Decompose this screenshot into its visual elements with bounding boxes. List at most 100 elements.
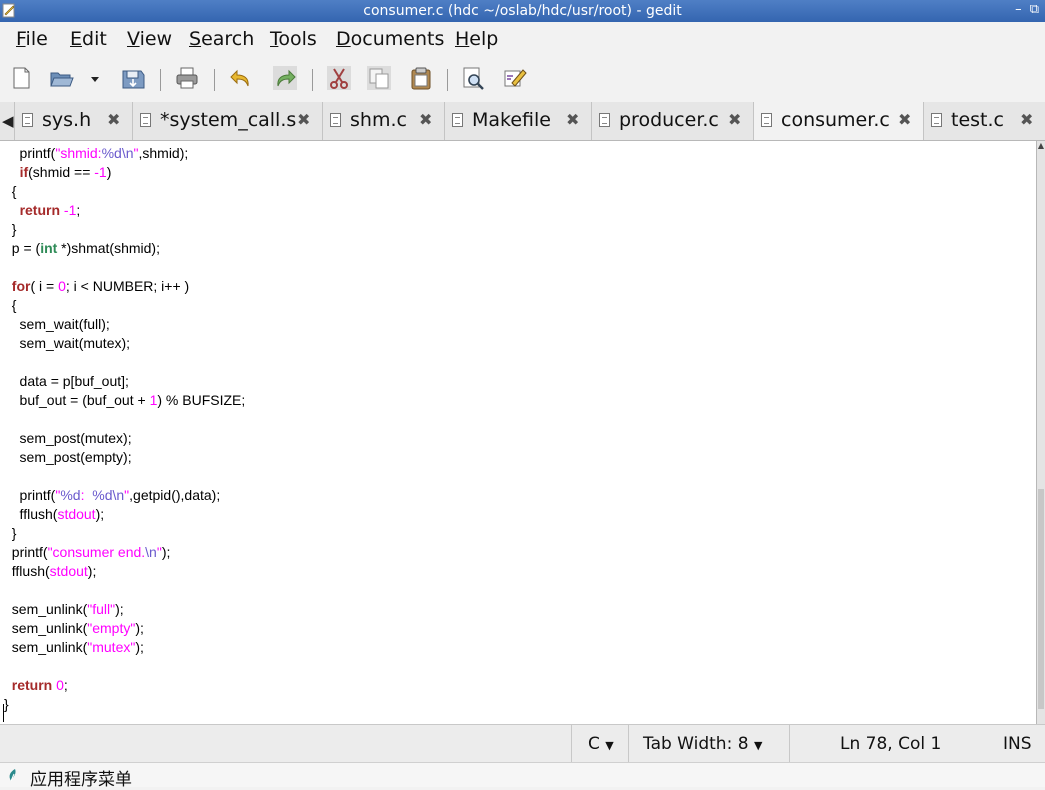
code-line[interactable]: } xyxy=(4,220,17,239)
tab-close-icon[interactable]: ✖ xyxy=(297,110,310,129)
code-line[interactable]: fflush(stdout); xyxy=(4,505,105,524)
text-file-icon xyxy=(140,113,151,127)
status-separator xyxy=(571,725,572,763)
menu-edit-mnemonic: E xyxy=(70,28,83,50)
open-dropdown-icon[interactable] xyxy=(88,65,102,91)
code-editor[interactable]: printf("shmid:%d\n",shmid); if(shmid == … xyxy=(0,141,1036,724)
code-line[interactable]: fflush(stdout); xyxy=(4,562,97,581)
code-line[interactable]: { xyxy=(4,182,17,201)
code-line[interactable]: data = p[buf_out]; xyxy=(4,372,129,391)
code-line[interactable]: buf_out = (buf_out + 1) % BUFSIZE; xyxy=(4,391,246,410)
tab-label: *system_call.s xyxy=(160,109,297,131)
new-document-icon[interactable] xyxy=(8,65,34,91)
scroll-up-arrow-icon[interactable]: ▲ xyxy=(1037,141,1045,151)
menu-help-mnemonic: H xyxy=(455,28,470,50)
tab-width-selector[interactable]: Tab Width: 8 ▼ xyxy=(643,734,762,754)
tab-label: shm.c xyxy=(350,109,407,131)
menu-file[interactable]: File xyxy=(16,28,48,50)
undo-icon[interactable] xyxy=(228,65,254,91)
code-line[interactable]: sem_post(empty); xyxy=(4,448,132,467)
code-line[interactable]: printf("%d: %d\n",getpid(),data); xyxy=(4,486,221,505)
language-selector[interactable]: C ▼ xyxy=(588,734,614,754)
tab-close-icon[interactable]: ✖ xyxy=(566,110,579,129)
scrollbar-thumb[interactable] xyxy=(1038,489,1044,709)
tab-close-icon[interactable]: ✖ xyxy=(419,110,432,129)
application-menu-label[interactable]: 应用程序菜单 xyxy=(30,765,132,790)
toolbar-separator xyxy=(160,69,161,91)
code-line[interactable]: return 0; xyxy=(4,676,68,695)
menu-view-label: iew xyxy=(139,28,173,50)
code-line[interactable]: sem_wait(mutex); xyxy=(4,334,130,353)
tab-sys-h[interactable]: sys.h ✖ xyxy=(14,102,132,140)
menu-help[interactable]: Help xyxy=(455,28,498,50)
toolbar-separator xyxy=(214,69,215,91)
vertical-scrollbar[interactable]: ▲ xyxy=(1036,141,1045,724)
text-file-icon xyxy=(599,113,610,127)
cut-icon[interactable] xyxy=(326,65,352,91)
tab-close-icon[interactable]: ✖ xyxy=(898,110,911,129)
menu-tools[interactable]: Tools xyxy=(270,28,317,50)
tab-shm-c[interactable]: shm.c ✖ xyxy=(322,102,444,140)
code-line[interactable]: } xyxy=(4,524,17,543)
menu-search[interactable]: Search xyxy=(189,28,254,50)
chevron-down-icon: ▼ xyxy=(753,739,763,752)
tab-test-c[interactable]: test.c ✖ xyxy=(923,102,1045,140)
text-file-icon xyxy=(452,113,463,127)
save-icon[interactable] xyxy=(120,65,146,91)
find-replace-icon[interactable] xyxy=(502,65,528,91)
menu-search-mnemonic: S xyxy=(189,28,202,50)
menu-edit-label: dit xyxy=(82,28,107,50)
tab-system-call-s[interactable]: *system_call.s ✖ xyxy=(132,102,322,140)
code-line[interactable]: { xyxy=(4,296,17,315)
code-line[interactable]: sem_unlink("full"); xyxy=(4,600,124,619)
tab-makefile[interactable]: Makefile ✖ xyxy=(444,102,591,140)
code-line[interactable]: if(shmid == -1) xyxy=(4,163,112,182)
copy-icon[interactable] xyxy=(366,65,392,91)
desktop-panel: 应用程序菜单 xyxy=(0,762,1045,790)
tab-close-icon[interactable]: ✖ xyxy=(728,110,741,129)
menu-file-label: ile xyxy=(25,28,48,50)
open-icon[interactable] xyxy=(48,65,74,91)
language-label: C xyxy=(588,734,600,754)
tab-consumer-c[interactable]: consumer.c ✖ xyxy=(753,102,923,140)
application-menu-icon[interactable] xyxy=(6,768,20,782)
paste-icon[interactable] xyxy=(408,65,434,91)
menu-documents[interactable]: Documents xyxy=(336,28,444,50)
tab-close-icon[interactable]: ✖ xyxy=(107,110,120,129)
tab-width-label: Tab Width: 8 xyxy=(643,734,749,754)
code-line[interactable]: } xyxy=(4,695,9,714)
menu-edit[interactable]: Edit xyxy=(70,28,107,50)
redo-icon[interactable] xyxy=(272,65,298,91)
toolbar-separator xyxy=(312,69,313,91)
menu-tools-label: ools xyxy=(278,28,317,50)
menu-bar: File Edit View Search Tools Documents He… xyxy=(0,22,1045,56)
window-title: consumer.c (hdc ~/oslab/hdc/usr/root) - … xyxy=(363,3,682,19)
window-controls[interactable]: – ⧉ xyxy=(1015,2,1041,17)
tab-label: test.c xyxy=(951,109,1004,131)
tab-close-icon[interactable]: ✖ xyxy=(1020,110,1033,129)
menu-documents-mnemonic: D xyxy=(336,28,351,50)
tabs-scroll-left-icon[interactable]: ◀ xyxy=(2,112,14,130)
code-line[interactable]: sem_unlink("empty"); xyxy=(4,619,144,638)
tab-label: sys.h xyxy=(42,109,92,131)
toolbar xyxy=(0,56,1045,102)
menu-view[interactable]: View xyxy=(127,28,172,50)
toolbar-separator xyxy=(447,69,448,91)
insert-mode: INS xyxy=(1003,734,1032,754)
find-icon[interactable] xyxy=(460,65,486,91)
tab-label: Makefile xyxy=(472,109,551,131)
status-bar: C ▼ Tab Width: 8 ▼ Ln 78, Col 1 INS xyxy=(0,724,1045,763)
code-line[interactable]: sem_post(mutex); xyxy=(4,429,132,448)
code-line[interactable]: printf("shmid:%d\n",shmid); xyxy=(4,144,189,163)
code-line[interactable]: sem_unlink("mutex"); xyxy=(4,638,144,657)
code-line[interactable]: p = (int *)shmat(shmid); xyxy=(4,239,160,258)
code-line[interactable]: for( i = 0; i < NUMBER; i++ ) xyxy=(4,277,189,296)
code-line[interactable]: return -1; xyxy=(4,201,81,220)
print-icon[interactable] xyxy=(174,65,200,91)
code-line[interactable]: printf("consumer end.\n"); xyxy=(4,543,171,562)
chevron-down-icon: ▼ xyxy=(605,739,614,752)
tab-producer-c[interactable]: producer.c ✖ xyxy=(591,102,753,140)
code-line[interactable]: sem_wait(full); xyxy=(4,315,110,334)
menu-file-mnemonic: F xyxy=(16,28,26,50)
cursor-position: Ln 78, Col 1 xyxy=(840,734,942,754)
